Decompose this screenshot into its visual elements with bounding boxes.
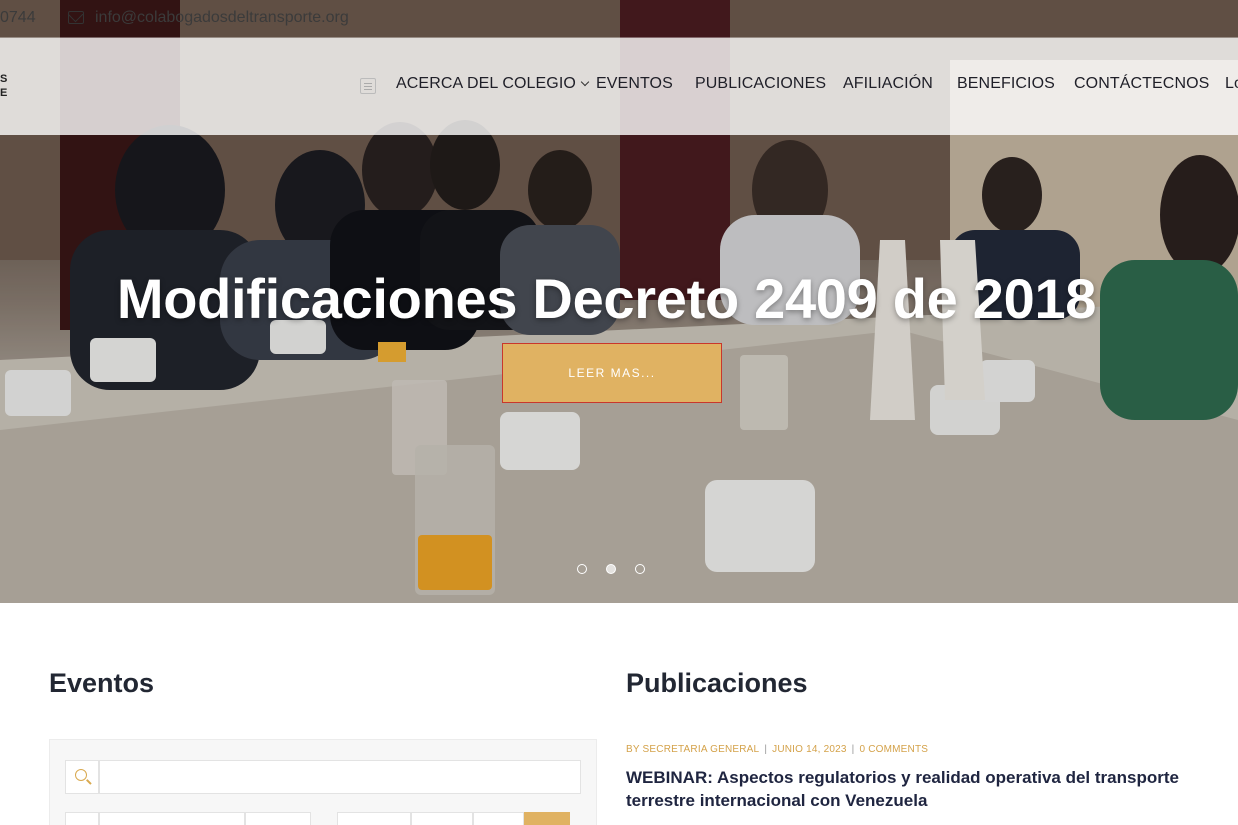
hero-title: Modificaciones Decreto 2409 de 2018 xyxy=(116,267,1097,330)
read-more-button[interactable]: LEER MAS... xyxy=(502,343,722,403)
post-date[interactable]: JUNIO 14, 2023 xyxy=(772,744,847,755)
organizer-select[interactable] xyxy=(473,812,524,825)
publications-heading: Publicaciones xyxy=(626,668,808,698)
post-title-link[interactable]: WEBINAR: Aspectos regulatorios y realida… xyxy=(626,766,1186,812)
events-heading: Eventos xyxy=(49,668,155,698)
nav-item-login[interactable]: Lo xyxy=(1225,75,1238,93)
slider-dot-2[interactable] xyxy=(606,564,616,574)
nav-item-publicaciones[interactable]: PUBLICACIONES xyxy=(695,75,826,93)
calendar-icon[interactable] xyxy=(65,812,99,825)
post-author[interactable]: BY SECRETARIA GENERAL xyxy=(626,744,759,755)
events-filter-row xyxy=(65,812,585,825)
chevron-down-icon xyxy=(580,77,590,87)
slider-dot-1[interactable] xyxy=(577,564,587,574)
search-icon[interactable] xyxy=(65,760,99,794)
date-end-field[interactable] xyxy=(245,812,311,825)
nav-item-eventos[interactable]: EVENTOS xyxy=(596,75,673,93)
nav-item-afiliacion[interactable]: AFILIACIÓN xyxy=(843,75,933,93)
top-contact-bar: 0744 info@colabogadosdeltransporte.org xyxy=(0,0,1238,38)
events-widget xyxy=(49,739,597,825)
nav-item-contactecnos[interactable]: CONTÁCTECNOS xyxy=(1074,75,1209,93)
category-select[interactable] xyxy=(337,812,411,825)
nav-item-beneficios[interactable]: BENEFICIOS xyxy=(957,75,1055,93)
post-comments-link[interactable]: 0 COMMENTS xyxy=(859,744,928,755)
slider-dots xyxy=(576,564,656,576)
contact-email[interactable]: info@colabogadosdeltransporte.org xyxy=(95,9,349,27)
post-meta: BY SECRETARIA GENERAL | JUNIO 14, 2023 | 0 C… xyxy=(626,744,929,755)
nav-item-label: ACERCA DEL COLEGIO xyxy=(396,75,576,92)
envelope-icon xyxy=(68,11,84,24)
nav-item-acerca-del-colegio[interactable]: ACERCA DEL COLEGIO xyxy=(396,75,590,93)
phone-number[interactable]: 0744 xyxy=(0,9,36,27)
date-start-field[interactable] xyxy=(99,812,245,825)
filter-submit-button[interactable] xyxy=(524,812,570,825)
slider-dot-3[interactable] xyxy=(635,564,645,574)
main-nav: ACERCA DEL COLEGIO EVENTOS PUBLICACIONES… xyxy=(0,75,1238,97)
events-search-input[interactable] xyxy=(99,760,581,794)
location-select[interactable] xyxy=(411,812,473,825)
